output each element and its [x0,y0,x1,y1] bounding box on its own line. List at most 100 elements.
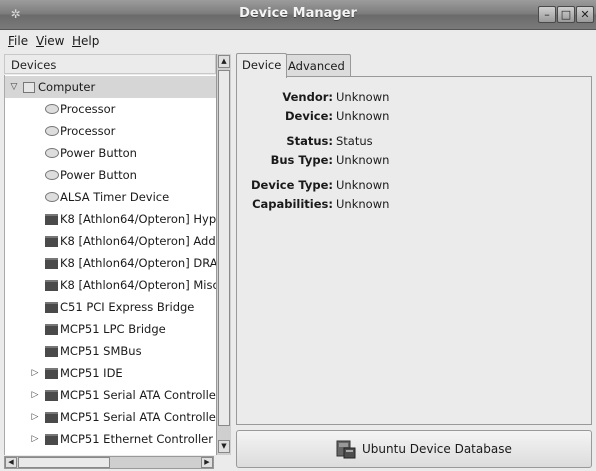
devices-column-header[interactable]: Devices [4,54,216,74]
tree-row[interactable]: K8 [Athlon64/Opteron] DRAI [5,252,217,274]
menu-file[interactable]: File [8,34,28,48]
device-manager-window: ✲ Device Manager – □ ✕ File View Help De… [0,0,596,471]
scrollbar-thumb[interactable] [218,70,230,426]
prop-value: Status [336,134,373,148]
prop-key: Bus Type: [270,153,333,167]
tree-row-label: K8 [Athlon64/Opteron] Addr [60,234,217,248]
computer-icon [23,82,35,93]
menu-bar: File View Help [0,30,596,52]
window-title: Device Manager [239,6,357,21]
prop-device-type: Device Type: Unknown [237,177,593,193]
prop-vendor: Vendor: Unknown [237,89,593,105]
prop-capabilities: Capabilities: Unknown [237,196,593,212]
tree-row-label: MCP51 Serial ATA Controller [60,388,217,402]
title-bar[interactable]: ✲ Device Manager – □ ✕ [0,0,596,30]
ubuntu-device-database-button[interactable]: Ubuntu Device Database [236,430,592,468]
tree-row-label: Power Button [60,168,137,182]
prop-bus-type: Bus Type: Unknown [237,152,593,168]
pci-card-icon [45,280,58,291]
tree-row[interactable]: ▷ MCP51 Serial ATA Controller [5,384,217,406]
tree-row[interactable]: MCP51 LPC Bridge [5,318,217,340]
expand-triangle-icon[interactable]: ▷ [30,384,40,406]
pci-card-icon [45,368,58,379]
tab-device[interactable]: Device [236,53,288,78]
scroll-down-arrow-icon[interactable]: ▼ [218,440,230,453]
prop-key: Device: [285,109,333,123]
device-properties-panel: Vendor: Unknown Device: Unknown Status: … [236,76,592,425]
tree-row-label: MCP51 Serial ATA Controller [60,410,217,424]
pci-card-icon [45,302,58,313]
tree-row[interactable]: K8 [Athlon64/Opteron] Addr [5,230,217,252]
tree-row[interactable]: Power Button [5,164,217,186]
horizontal-scrollbar-thumb[interactable] [18,457,110,468]
tree-row-label: Processor [60,124,116,138]
device-tree[interactable]: ▽ Computer Processor Processor Power Butto… [4,75,217,455]
tree-row[interactable]: K8 [Athlon64/Opteron] Misc [5,274,217,296]
processor-icon [45,104,59,114]
prop-value: Unknown [336,153,390,167]
tree-row-label: K8 [Athlon64/Opteron] Hype [60,212,217,226]
tree-row-label: ALSA Timer Device [60,190,170,204]
tree-row-label: MCP51 LPC Bridge [60,322,166,336]
scroll-up-arrow-icon[interactable]: ▲ [218,55,230,68]
pci-card-icon [45,258,58,269]
pci-card-icon [45,412,58,423]
tree-row-label: C51 PCI Express Bridge [60,300,195,314]
collapse-triangle-icon[interactable]: ▽ [9,76,19,98]
tree-row-label: MCP51 IDE [60,366,123,380]
pci-card-icon [45,324,58,335]
scroll-right-arrow-icon[interactable]: ▶ [201,457,213,468]
pci-card-icon [45,434,58,445]
prop-key: Vendor: [282,90,333,104]
tree-row[interactable]: ▷ MCP51 Ethernet Controller [5,428,217,450]
pci-card-icon [45,214,58,225]
prop-device: Device: Unknown [237,108,593,124]
db-button-label: Ubuntu Device Database [362,442,512,456]
expand-triangle-icon[interactable]: ▷ [30,362,40,384]
tree-row-label: Processor [60,102,116,116]
tree-row[interactable]: Processor [5,120,217,142]
power-icon [45,170,59,180]
processor-icon [45,126,59,136]
tree-row[interactable]: ▷ MCP51 Serial ATA Controller [5,406,217,428]
prop-value: Unknown [336,109,390,123]
tree-row[interactable]: Power Button [5,142,217,164]
tree-row[interactable]: ALSA Timer Device [5,186,217,208]
pci-card-icon [45,236,58,247]
tree-row-computer[interactable]: ▽ Computer [5,76,217,98]
scroll-left-arrow-icon[interactable]: ◀ [5,457,17,468]
expand-triangle-icon[interactable]: ▷ [30,406,40,428]
tree-horizontal-scrollbar[interactable]: ◀ ▶ [4,456,214,469]
device-icon [45,192,59,202]
prop-value: Unknown [336,197,390,211]
menu-view[interactable]: View [36,34,64,48]
tab-advanced[interactable]: Advanced [282,54,351,77]
device-database-icon [336,440,356,459]
tree-row[interactable]: C51 PCI Express Bridge [5,296,217,318]
power-icon [45,148,59,158]
tree-row-label: Computer [38,80,96,94]
prop-value: Unknown [336,90,390,104]
menu-help[interactable]: Help [72,34,99,48]
tree-row-label: MCP51 Ethernet Controller [60,432,213,446]
prop-value: Unknown [336,178,390,192]
tree-vertical-scrollbar[interactable]: ▲ ▼ [216,54,231,455]
tree-row-label: MCP51 SMBus [60,344,142,358]
expand-triangle-icon[interactable]: ▷ [30,428,40,450]
prop-key: Capabilities: [252,197,333,211]
tree-row[interactable]: ▷ MCP51 IDE [5,362,217,384]
prop-key: Status: [286,134,333,148]
tree-row[interactable]: K8 [Athlon64/Opteron] Hype [5,208,217,230]
prop-status: Status: Status [237,133,593,149]
tree-row-label: K8 [Athlon64/Opteron] Misc [60,278,217,292]
tree-row-label: K8 [Athlon64/Opteron] DRAI [60,256,217,270]
maximize-button[interactable]: □ [557,6,575,23]
minimize-button[interactable]: – [538,6,556,23]
pci-card-icon [45,346,58,357]
tree-row[interactable]: MCP51 SMBus [5,340,217,362]
tree-row[interactable]: Processor [5,98,217,120]
pci-card-icon [45,390,58,401]
tree-row-label: Power Button [60,146,137,160]
prop-key: Device Type: [250,178,333,192]
close-button[interactable]: ✕ [576,6,594,23]
